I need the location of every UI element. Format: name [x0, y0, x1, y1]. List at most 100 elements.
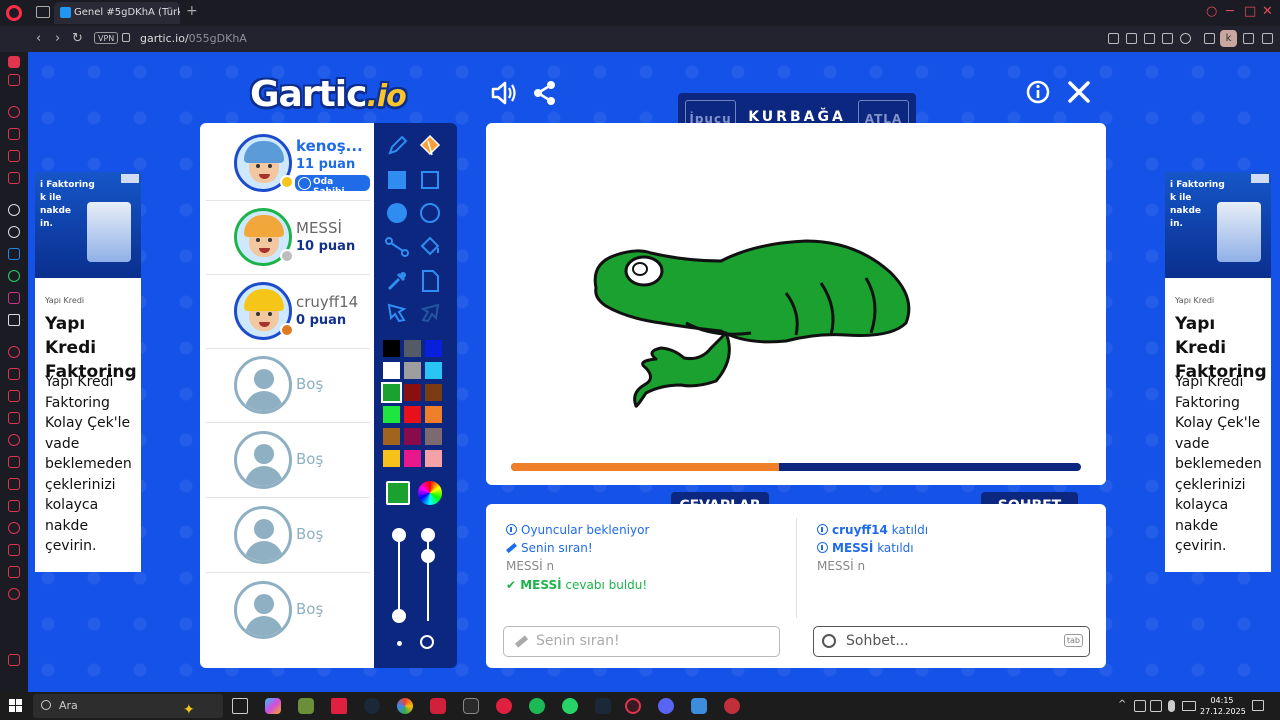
steam-icon[interactable] [595, 698, 611, 714]
twitch-icon[interactable] [8, 150, 20, 162]
favorites-icon[interactable] [8, 434, 20, 446]
answer-input[interactable]: Senin sıran! [503, 626, 780, 657]
lock-icon[interactable] [122, 33, 130, 42]
color-wheel-icon[interactable] [418, 481, 442, 505]
play-icon[interactable] [1162, 33, 1173, 44]
fill-bucket-tool-icon[interactable] [417, 234, 443, 260]
chat-input[interactable]: Sohbet... tab [813, 626, 1090, 657]
back-icon[interactable]: ‹ [36, 31, 41, 46]
minimize-icon[interactable]: ─ [1226, 4, 1234, 19]
opacity-slider[interactable] [421, 528, 435, 542]
player-row[interactable]: cruyff14 0 puan [206, 275, 370, 349]
app-icon[interactable] [463, 698, 479, 714]
new-tab-button[interactable]: + [186, 3, 198, 19]
search-icon[interactable]: ○ [1206, 4, 1217, 19]
color-swatch[interactable] [381, 382, 402, 403]
circle-tool-icon[interactable] [417, 200, 443, 226]
volume-icon[interactable] [490, 80, 518, 112]
whatsapp-icon[interactable] [8, 270, 20, 282]
tray-chevron-icon[interactable]: ^ [1118, 699, 1126, 710]
notifications-icon[interactable] [1252, 700, 1264, 711]
spotify-icon[interactable] [529, 698, 545, 714]
menu-icon[interactable] [1262, 33, 1273, 44]
keyboard-icon[interactable] [1182, 701, 1196, 711]
opera-gx-icon[interactable] [625, 698, 641, 714]
color-swatch[interactable] [425, 384, 442, 401]
current-color[interactable] [386, 481, 410, 505]
home-icon[interactable] [8, 56, 20, 68]
color-swatch[interactable] [425, 406, 442, 423]
browser-tab[interactable]: Genel #5gDKhA (Türkçe) [54, 2, 180, 24]
app-icon[interactable] [691, 698, 707, 714]
reload-icon[interactable]: ↻ [72, 31, 83, 46]
maximize-icon[interactable]: □ [1244, 4, 1256, 19]
brush-size-handle[interactable] [392, 609, 406, 623]
app-icon[interactable] [331, 698, 347, 714]
task-view-icon[interactable] [232, 698, 248, 714]
opacity-handle[interactable] [421, 549, 435, 563]
ad-choices-icon[interactable] [1251, 174, 1269, 183]
close-icon[interactable] [1067, 80, 1091, 110]
right-advertisement[interactable]: i Faktoring k ile nakde in. Yapı Kredi Y… [1165, 172, 1271, 572]
app-icon[interactable] [430, 698, 446, 714]
notes-icon[interactable] [8, 500, 20, 512]
mail-icon[interactable] [8, 172, 20, 184]
color-swatch[interactable] [404, 428, 421, 445]
whatsapp-icon[interactable] [562, 698, 578, 714]
line-tool-icon[interactable] [384, 234, 410, 260]
downloads-icon[interactable] [8, 544, 20, 556]
color-swatch[interactable] [404, 340, 421, 357]
x-icon[interactable] [8, 314, 20, 326]
extensions-sidebar-icon[interactable] [8, 566, 20, 578]
gx-icon[interactable] [8, 654, 20, 666]
download-icon[interactable] [1243, 33, 1254, 44]
app-icon[interactable] [496, 698, 512, 714]
pin-icon[interactable] [1108, 33, 1119, 44]
history-icon[interactable] [8, 346, 20, 358]
windows-start-icon[interactable] [9, 699, 22, 712]
network-icon[interactable] [1134, 700, 1146, 712]
apps-icon[interactable] [8, 412, 20, 424]
forward-icon[interactable]: › [55, 31, 60, 46]
aria-icon[interactable] [8, 204, 20, 216]
tab-manager-icon[interactable] [36, 6, 50, 18]
color-swatch[interactable] [383, 340, 400, 357]
ad-choices-icon[interactable] [121, 174, 139, 183]
close-window-icon[interactable]: ✕ [1262, 4, 1273, 19]
app-icon[interactable] [724, 698, 740, 714]
redo-tool-icon[interactable] [417, 300, 443, 326]
color-swatch[interactable] [425, 362, 442, 379]
filled-circle-tool-icon[interactable] [384, 200, 410, 226]
color-swatch[interactable] [404, 406, 421, 423]
player-row[interactable]: MESSİ 10 puan [206, 201, 370, 275]
sidebar-app-icon[interactable] [8, 74, 20, 86]
copilot-icon[interactable] [265, 698, 281, 714]
drawing-canvas[interactable] [486, 123, 1106, 485]
microphone-icon[interactable] [1168, 700, 1175, 712]
color-swatch[interactable] [383, 450, 400, 467]
color-swatch[interactable] [425, 450, 442, 467]
chatgpt-icon[interactable] [8, 226, 20, 238]
extensions-icon[interactable] [1204, 33, 1215, 44]
taskbar-clock[interactable]: 04:15 27.12.2025 [1200, 695, 1246, 717]
minecraft-icon[interactable] [298, 698, 314, 714]
instagram-icon[interactable] [8, 292, 20, 304]
eyedropper-tool-icon[interactable] [384, 268, 410, 294]
camera-icon[interactable] [1144, 33, 1155, 44]
info-icon[interactable] [1026, 80, 1050, 110]
profile-avatar[interactable]: k [1220, 30, 1237, 47]
heart-icon[interactable] [1180, 33, 1191, 44]
url-field[interactable]: gartic.io/055gDKhA [140, 32, 247, 45]
pinboard-icon[interactable] [8, 390, 20, 402]
volume-tray-icon[interactable] [1150, 700, 1162, 712]
color-swatch[interactable] [425, 340, 442, 357]
clock-icon[interactable] [8, 522, 20, 534]
speed-icon[interactable] [8, 106, 20, 118]
bag-icon[interactable] [8, 128, 20, 140]
brush-size-slider[interactable] [392, 528, 406, 542]
new-page-tool-icon[interactable] [417, 268, 443, 294]
snapshot-icon[interactable] [1126, 33, 1137, 44]
color-swatch[interactable] [383, 406, 400, 423]
settings-icon[interactable] [8, 588, 20, 600]
vpn-badge[interactable]: VPN [94, 32, 119, 44]
